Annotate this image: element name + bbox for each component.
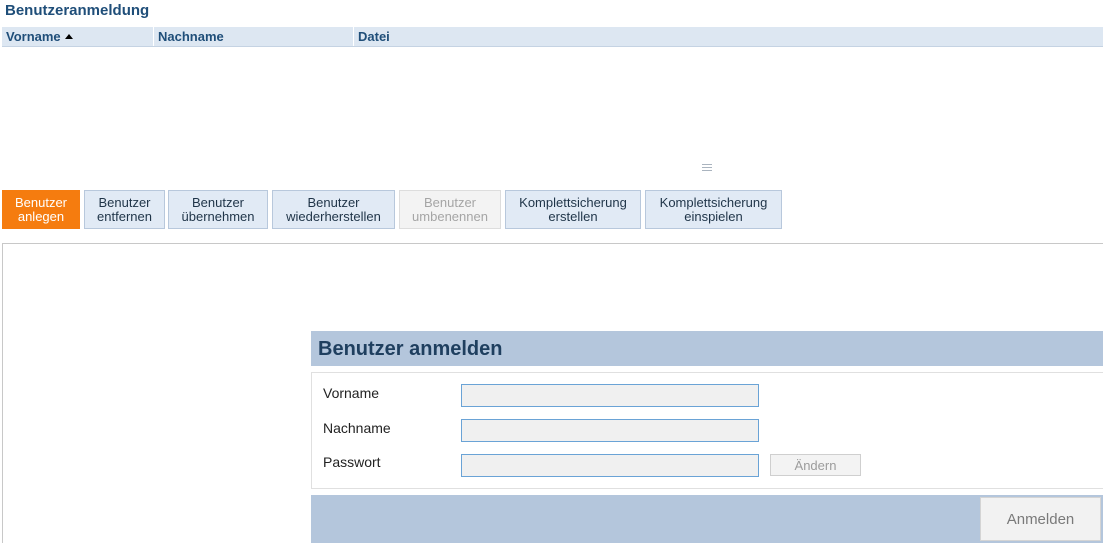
column-label: Nachname xyxy=(158,29,224,44)
change-password-button[interactable]: Ändern xyxy=(770,454,861,476)
remove-user-button[interactable]: Benutzer entfernen xyxy=(84,190,165,229)
create-full-backup-button[interactable]: Komplettsicherung erstellen xyxy=(505,190,641,229)
button-label-line2: erstellen xyxy=(548,208,598,224)
dialog-title: Benutzer anmelden xyxy=(311,331,1103,366)
button-label-line1: Komplettsicherung xyxy=(659,194,768,210)
resize-handle-icon[interactable] xyxy=(702,164,712,171)
user-table-header: Vorname Nachname Datei xyxy=(2,27,1103,47)
restore-full-backup-button[interactable]: Komplettsicherung einspielen xyxy=(645,190,782,229)
create-user-button[interactable]: Benutzer anlegen xyxy=(2,190,80,229)
adopt-user-button[interactable]: Benutzer übernehmen xyxy=(168,190,268,229)
last-name-label: Nachname xyxy=(323,420,391,436)
column-header-nachname[interactable]: Nachname xyxy=(153,27,353,46)
password-label: Passwort xyxy=(323,454,381,470)
first-name-label: Vorname xyxy=(323,385,380,401)
page-title: Benutzeranmeldung xyxy=(5,2,150,19)
button-label-line2: umbenennen xyxy=(412,208,488,224)
last-name-input[interactable] xyxy=(461,419,759,442)
sort-ascending-icon xyxy=(64,34,73,39)
column-label: Vorname xyxy=(6,29,61,44)
rename-user-button[interactable]: Benutzer umbenennen xyxy=(399,190,501,229)
button-label-line1: Benutzer xyxy=(307,194,360,210)
button-label-line1: Benutzer xyxy=(98,194,151,210)
restore-user-button[interactable]: Benutzer wiederherstellen xyxy=(272,190,395,229)
button-label-line2: anlegen xyxy=(17,208,65,224)
button-label-line2: wiederherstellen xyxy=(286,208,381,224)
first-name-input[interactable] xyxy=(461,384,759,407)
button-label-line2: entfernen xyxy=(97,208,152,224)
column-header-vorname[interactable]: Vorname xyxy=(2,27,153,46)
button-label-line2: übernehmen xyxy=(181,208,255,224)
password-input[interactable] xyxy=(461,454,759,477)
login-button[interactable]: Anmelden xyxy=(980,497,1101,541)
button-label-line1: Komplettsicherung xyxy=(519,194,627,210)
column-header-datei[interactable]: Datei xyxy=(353,27,1103,46)
button-label-line2: einspielen xyxy=(684,208,743,224)
button-label-line1: Benutzer xyxy=(191,194,245,210)
button-label-line1: Benutzer xyxy=(423,194,477,210)
button-label-line1: Benutzer xyxy=(14,194,68,210)
column-label: Datei xyxy=(358,29,390,44)
